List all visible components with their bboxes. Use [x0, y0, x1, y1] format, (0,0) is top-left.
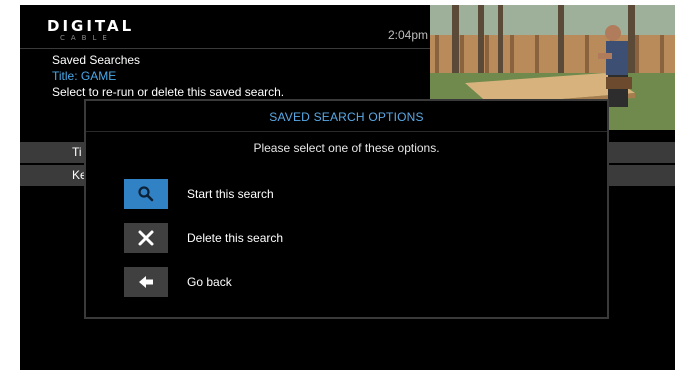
page-heading: Saved Searches — [52, 53, 141, 67]
option-label: Delete this search — [187, 231, 284, 245]
digital-cable-logo: DIGITAL CABLE — [47, 18, 147, 43]
tv-screen: DIGITAL CABLE 2:04pm Saved Searches Titl… — [20, 5, 675, 370]
option-label: Go back — [187, 275, 232, 289]
close-icon — [124, 223, 168, 253]
dialog-subtitle: Please select one of these options. — [253, 141, 440, 155]
option-label: Start this search — [187, 187, 274, 201]
start-search-button[interactable]: Start this search — [124, 179, 464, 209]
logo-wordmark: DIGITAL — [47, 17, 135, 35]
delete-search-button[interactable]: Delete this search — [124, 223, 464, 253]
clock: 2:04pm — [387, 28, 428, 42]
list-item-label: Ti — [72, 145, 82, 159]
arrow-left-icon — [124, 267, 168, 297]
go-back-button[interactable]: Go back — [124, 267, 464, 297]
instruction-text: Select to re-run or delete this saved se… — [52, 85, 285, 99]
search-icon — [124, 179, 168, 209]
logo-subtext: CABLE — [60, 34, 113, 42]
header-divider — [20, 48, 430, 49]
dialog-divider — [86, 131, 607, 132]
search-title: Title: GAME — [52, 69, 117, 83]
dialog-title: SAVED SEARCH OPTIONS — [269, 110, 424, 124]
saved-search-options-dialog: SAVED SEARCH OPTIONS Please select one o… — [84, 99, 609, 319]
